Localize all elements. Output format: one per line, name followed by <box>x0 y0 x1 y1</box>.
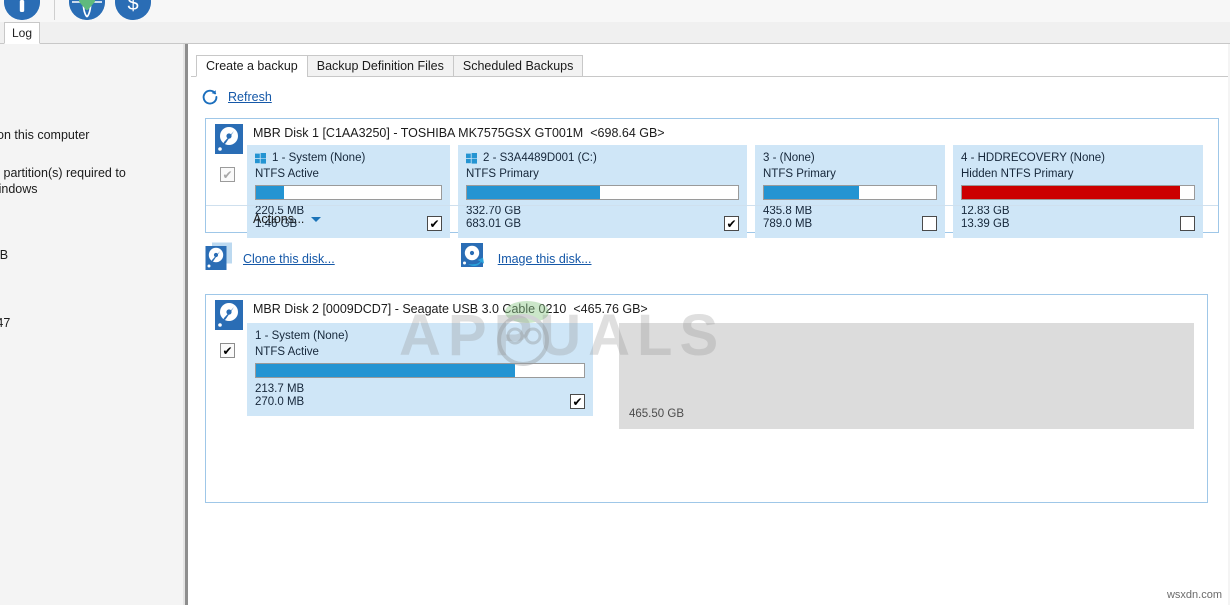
disk-2-title: MBR Disk 2 [0009DCD7] - Seagate USB 3.0 … <box>253 302 567 316</box>
disk-2-partition-1-usage-bar <box>255 363 585 378</box>
disk-1-partition-3-usage-bar <box>763 185 937 200</box>
disk-2-partition-1-footer: 213.7 MB 270.0 MB ✔ <box>255 383 585 409</box>
disk-1-partition-1-type: NTFS Active <box>255 168 319 180</box>
toolbar-separator <box>54 0 55 20</box>
disk-1-header: MBR Disk 1 [C1AA3250] - TOSHIBA MK7575GS… <box>206 119 665 147</box>
tab-scheduled-backups[interactable]: Scheduled Backups <box>452 55 584 77</box>
windows-logo-icon <box>255 152 266 164</box>
disk-1-actions-button[interactable]: Actions... <box>253 212 322 226</box>
tab-backup-definition-files-label: Backup Definition Files <box>316 59 444 73</box>
sidebar-text-line-7: ,047 <box>0 316 11 330</box>
disk-2-checkbox[interactable]: ✔ <box>220 343 235 358</box>
info-circle-icon[interactable] <box>4 0 40 20</box>
disk-1-partition-3-label: 3 - (None) <box>763 152 815 164</box>
disk-2-partition-list: 1 - System (None) NTFS Active 213.7 MB 2… <box>247 323 593 416</box>
refresh-row[interactable]: Refresh <box>201 88 272 106</box>
sidebar-text-line-2: mage of the partition(s) required to <box>0 166 126 180</box>
download-globe-icon[interactable] <box>69 0 105 20</box>
disk-1-partition-2-label: 2 - S3A4489D001 (C:) <box>483 152 597 164</box>
main-content: Create a backup Backup Definition Files … <box>191 44 1230 605</box>
disk-2-unallocated-space[interactable]: 465.50 GB <box>619 323 1194 429</box>
image-disk-icon <box>460 242 488 275</box>
disk-1-partition-1-title-row: 1 - System (None) <box>255 151 442 165</box>
disk-1-partition-3-type: NTFS Primary <box>763 168 836 180</box>
tab-log[interactable]: Log <box>4 22 40 44</box>
tab-create-a-backup-label: Create a backup <box>206 59 298 73</box>
disk-link-row: Clone this disk... Image this disk... <box>205 242 592 275</box>
tab-log-label: Log <box>11 26 33 40</box>
disk-1-partition-4-label: 4 - HDDRECOVERY (None) <box>961 152 1106 164</box>
disk-2-partition-1-sizes: 213.7 MB 270.0 MB <box>255 383 304 409</box>
disk-1-size: <698.64 GB> <box>590 126 665 140</box>
dollar-circle-icon[interactable]: $ <box>115 0 151 20</box>
log-tab-row: Log <box>0 22 1230 44</box>
image-this-disk-link[interactable]: Image this disk... <box>460 242 592 275</box>
clone-this-disk-link[interactable]: Clone this disk... <box>205 242 335 275</box>
sidebar-text-line-1: cted disks on this computer <box>0 128 90 142</box>
disk-1-partition-3-title-row: 3 - (None) <box>763 151 937 165</box>
disk-1-partition-1-label: 1 - System (None) <box>272 152 366 164</box>
disk-1-actions-label: Actions... <box>253 212 305 226</box>
disk-1-partition-1-usage-bar <box>255 185 442 200</box>
tab-backup-definition-files[interactable]: Backup Definition Files <box>306 55 454 77</box>
application-window: $ Log cted disks on this computer mage o… <box>0 0 1230 605</box>
clone-disk-icon <box>205 242 233 275</box>
disk-2-partition-1-label: 1 - System (None) <box>255 330 349 342</box>
disk-2-check-mark: ✔ <box>222 343 233 358</box>
windows-logo-icon <box>466 152 477 164</box>
top-toolbar: $ <box>0 0 1230 22</box>
disk-1-check-mark: ✔ <box>222 167 233 182</box>
disk-1-actions-row: Actions... <box>206 205 1218 232</box>
disk-2-unallocated-label: 465.50 GB <box>629 408 684 420</box>
sidebar-divider <box>185 44 188 605</box>
disk-2-partition-1-usage-fill <box>256 364 516 377</box>
disk-panel-2: MBR Disk 2 [0009DCD7] - Seagate USB 3.0 … <box>205 294 1208 503</box>
disk-1-title: MBR Disk 1 [C1AA3250] - TOSHIBA MK7575GS… <box>253 126 584 140</box>
disk-1-partition-4-usage-bar <box>961 185 1195 200</box>
clone-this-disk-label[interactable]: Clone this disk... <box>243 252 335 266</box>
left-sidebar: cted disks on this computer mage of the … <box>0 44 188 605</box>
disk-1-partition-2-usage-bar <box>466 185 739 200</box>
footer-watermark: wsxdn.com <box>1166 589 1222 601</box>
disk-1-partition-2-usage-fill <box>467 186 600 199</box>
disk-2-size: <465.76 GB> <box>573 302 648 316</box>
disk-2-partition-1-title-row: 1 - System (None) <box>255 329 585 343</box>
disk-2-header: MBR Disk 2 [0009DCD7] - Seagate USB 3.0 … <box>206 295 648 323</box>
disk-1-partition-2-type: NTFS Primary <box>466 168 539 180</box>
disk-1-partition-3-usage-fill <box>764 186 859 199</box>
refresh-link[interactable]: Refresh <box>228 90 272 104</box>
disk-1-partition-2-title-row: 2 - S3A4489D001 (C:) <box>466 151 739 165</box>
disk-2-partition-1-check-mark: ✔ <box>572 394 583 409</box>
image-this-disk-label[interactable]: Image this disk... <box>498 252 592 266</box>
refresh-icon <box>201 88 219 106</box>
tab-strip: Create a backup Backup Definition Files … <box>196 55 584 77</box>
disk-2-partition-1-type: NTFS Active <box>255 346 319 358</box>
disk-1-checkbox[interactable]: ✔ <box>220 167 235 182</box>
tab-scheduled-backups-label: Scheduled Backups <box>462 59 574 73</box>
disk-panel-1: MBR Disk 1 [C1AA3250] - TOSHIBA MK7575GS… <box>205 118 1219 238</box>
tab-create-a-backup[interactable]: Create a backup <box>196 55 308 77</box>
sidebar-text-line-3: d restore Windows <box>0 182 38 196</box>
disk-2-partition-1[interactable]: 1 - System (None) NTFS Active 213.7 MB 2… <box>247 323 593 416</box>
disk-1-partition-4-type: Hidden NTFS Primary <box>961 168 1074 180</box>
disk-1-partition-1-usage-fill <box>256 186 284 199</box>
svg-text:$: $ <box>127 0 138 15</box>
disk-1-partition-4-title-row: 4 - HDDRECOVERY (None) <box>961 151 1195 165</box>
disk-1-partition-4-usage-fill <box>962 186 1181 199</box>
sidebar-text-line-4: GB <box>0 248 9 262</box>
disk-2-partition-1-total: 270.0 MB <box>255 396 305 408</box>
chevron-down-icon <box>311 216 322 222</box>
disk-2-partition-1-checkbox[interactable]: ✔ <box>570 394 585 409</box>
disk-2-partition-1-used: 213.7 MB <box>255 383 305 395</box>
